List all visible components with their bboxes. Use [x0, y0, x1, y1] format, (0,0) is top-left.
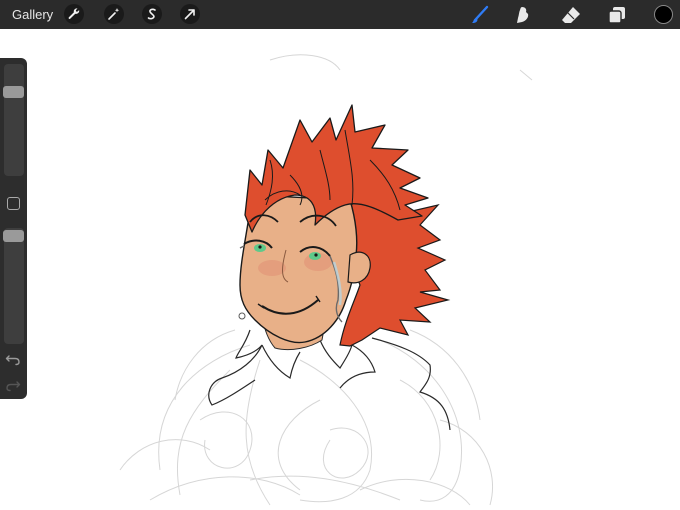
- smudge-button[interactable]: [512, 4, 534, 26]
- adjustments-button[interactable]: [104, 4, 124, 24]
- drawing-canvas[interactable]: [0, 29, 680, 510]
- earring: [238, 312, 246, 320]
- brush-size-slider[interactable]: [3, 64, 24, 176]
- smudge-icon: [517, 7, 529, 23]
- transform-arrow-icon: [184, 9, 195, 20]
- modify-square-icon[interactable]: [7, 197, 20, 210]
- layers-icon: [608, 7, 625, 24]
- brush-opacity-thumb[interactable]: [3, 230, 24, 242]
- actions-button[interactable]: [64, 4, 84, 24]
- blush-left: [258, 260, 286, 276]
- selection-button[interactable]: [142, 4, 162, 24]
- color-picker-button[interactable]: [654, 5, 673, 24]
- brush-icon: [472, 5, 489, 24]
- wrench-icon: [68, 8, 80, 19]
- layers-button[interactable]: [606, 4, 628, 26]
- brush-button[interactable]: [469, 4, 491, 26]
- eraser-icon: [562, 7, 580, 23]
- eraser-button[interactable]: [560, 4, 582, 26]
- brush-opacity-slider[interactable]: [3, 228, 24, 344]
- gallery-button[interactable]: Gallery: [12, 7, 53, 22]
- artwork: [119, 54, 533, 506]
- undo-icon[interactable]: [5, 352, 21, 366]
- magic-wand-icon: [108, 8, 120, 20]
- transform-button[interactable]: [180, 4, 200, 24]
- collar-lines: [208, 329, 451, 431]
- selection-icon: [147, 8, 156, 20]
- top-toolbar: Gallery: [0, 0, 680, 29]
- brush-size-thumb[interactable]: [3, 86, 24, 98]
- redo-icon[interactable]: [5, 378, 21, 392]
- brush-sidebar: [0, 58, 27, 399]
